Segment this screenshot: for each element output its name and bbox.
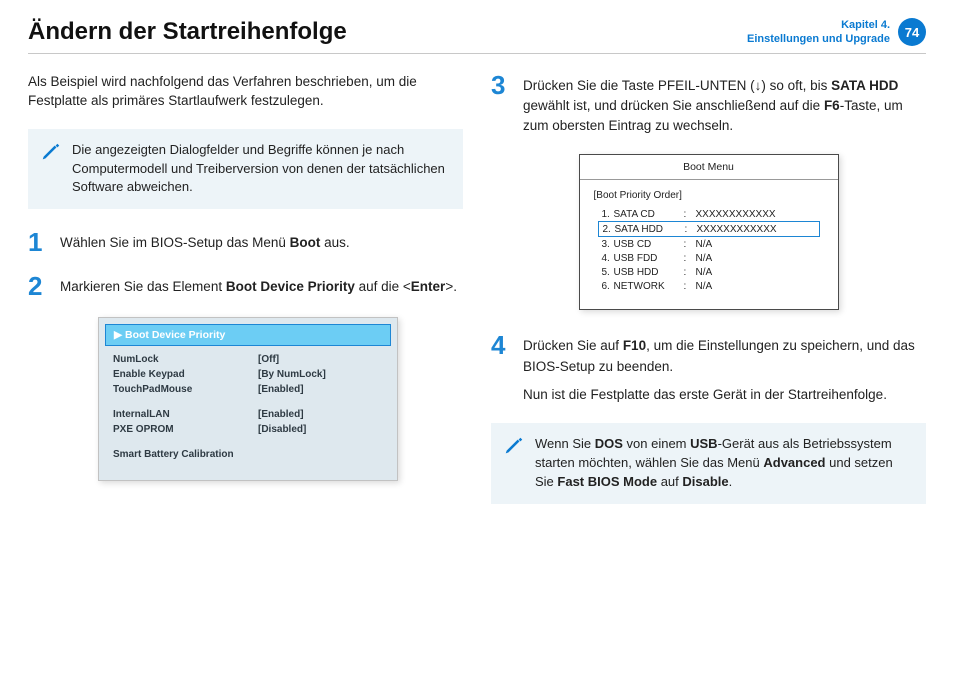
boot-row: 4.USB FDD:N/A [594,251,824,265]
chapter-line2: Einstellungen und Upgrade [747,33,890,45]
note-box-1: Die angezeigten Dialogfelder und Begriff… [28,129,463,210]
chapter-line1: Kapitel 4. [841,19,890,31]
bios-setting-value: [Off] [258,354,279,365]
boot-device-name: USB CD [614,239,684,250]
bios-setting-value: [Disabled] [258,424,306,435]
boot-menu-card: Boot Menu [Boot Priority Order] 1.SATA C… [579,154,839,310]
bios-row: Smart Battery Calibration [99,447,397,462]
boot-device-name: USB HDD [614,267,684,278]
note-text-1: Die angezeigten Dialogfelder und Begriff… [72,142,445,195]
step-4-text-line2: Nun ist die Festplatte das erste Gerät i… [523,387,887,402]
bios-setting-name: InternalLAN [113,409,258,420]
bios-row: Enable Keypad[By NumLock] [99,367,397,382]
step-4-text: Drücken Sie auf F10, um die Einstellunge… [523,332,926,405]
note-icon [40,141,62,163]
boot-row-selected: 2.SATA HDD:XXXXXXXXXXXX [598,221,820,237]
note-text-2: Wenn Sie DOS von einem USB-Gerät aus als… [535,436,893,489]
boot-menu-subtitle: [Boot Priority Order] [594,190,824,201]
bios-row: InternalLAN[Enabled] [99,407,397,422]
bios-row: TouchPadMouse[Enabled] [99,382,397,397]
bios-setting-value: [Enabled] [258,409,304,420]
chapter-text: Kapitel 4. Einstellungen und Upgrade [747,18,890,47]
bios-highlight-row: ▶ Boot Device Priority [105,324,391,346]
bios-row: NumLock[Off] [99,352,397,367]
boot-device-value: N/A [696,267,713,278]
bios-setting-name: Enable Keypad [113,369,258,380]
step-2-number: 2 [28,273,50,299]
bios-setting-value: [Enabled] [258,384,304,395]
step-2: 2 Markieren Sie das Element Boot Device … [28,273,463,299]
page-title: Ändern der Startreihenfolge [28,18,347,46]
boot-device-value: XXXXXXXXXXXX [696,209,776,220]
bios-group-1: NumLock[Off]Enable Keypad[By NumLock]Tou… [99,352,397,397]
step-4-number: 4 [491,332,513,405]
bios-group-2: InternalLAN[Enabled]PXE OPROM[Disabled] [99,407,397,437]
note-box-2: Wenn Sie DOS von einem USB-Gerät aus als… [491,423,926,504]
boot-device-value: N/A [696,281,713,292]
bios-setting-value: [By NumLock] [258,369,326,380]
step-3-text: Drücken Sie die Taste PFEIL-UNTEN (↓) so… [523,72,926,137]
left-column: Als Beispiel wird nachfolgend das Verfah… [28,72,463,524]
bios-settings-card: ▶ Boot Device Priority NumLock[Off]Enabl… [98,317,398,481]
note-icon [503,435,525,457]
page-header: Ändern der Startreihenfolge Kapitel 4. E… [28,18,926,54]
step-1-text: Wählen Sie im BIOS-Setup das Menü Boot a… [60,229,350,255]
bios-setting-name: Smart Battery Calibration [113,449,258,460]
boot-row: 1.SATA CD:XXXXXXXXXXXX [594,207,824,221]
step-3: 3 Drücken Sie die Taste PFEIL-UNTEN (↓) … [491,72,926,137]
chapter-box: Kapitel 4. Einstellungen und Upgrade 74 [747,18,926,47]
step-1-number: 1 [28,229,50,255]
intro-text: Als Beispiel wird nachfolgend das Verfah… [28,72,463,111]
boot-device-value: N/A [696,253,713,264]
step-4: 4 Drücken Sie auf F10, um die Einstellun… [491,332,926,405]
boot-row: 3.USB CD:N/A [594,237,824,251]
bios-group-3: Smart Battery Calibration [99,447,397,462]
bios-setting-name: TouchPadMouse [113,384,258,395]
boot-row: 6.NETWORK:N/A [594,279,824,293]
bios-setting-name: PXE OPROM [113,424,258,435]
bios-setting-name: NumLock [113,354,258,365]
right-column: 3 Drücken Sie die Taste PFEIL-UNTEN (↓) … [491,72,926,524]
boot-device-name: USB FDD [614,253,684,264]
page-number-badge: 74 [898,18,926,46]
boot-device-name: SATA CD [614,209,684,220]
boot-row: 5.USB HDD:N/A [594,265,824,279]
bios-row: PXE OPROM[Disabled] [99,422,397,437]
step-1: 1 Wählen Sie im BIOS-Setup das Menü Boot… [28,229,463,255]
boot-device-name: NETWORK [614,281,684,292]
step-3-number: 3 [491,72,513,137]
boot-device-value: N/A [696,239,713,250]
boot-menu-body: [Boot Priority Order] 1.SATA CD:XXXXXXXX… [580,180,838,309]
boot-menu-title: Boot Menu [580,155,838,180]
boot-device-name: SATA HDD [615,224,685,235]
step-2-text: Markieren Sie das Element Boot Device Pr… [60,273,457,299]
boot-device-value: XXXXXXXXXXXX [697,224,777,235]
